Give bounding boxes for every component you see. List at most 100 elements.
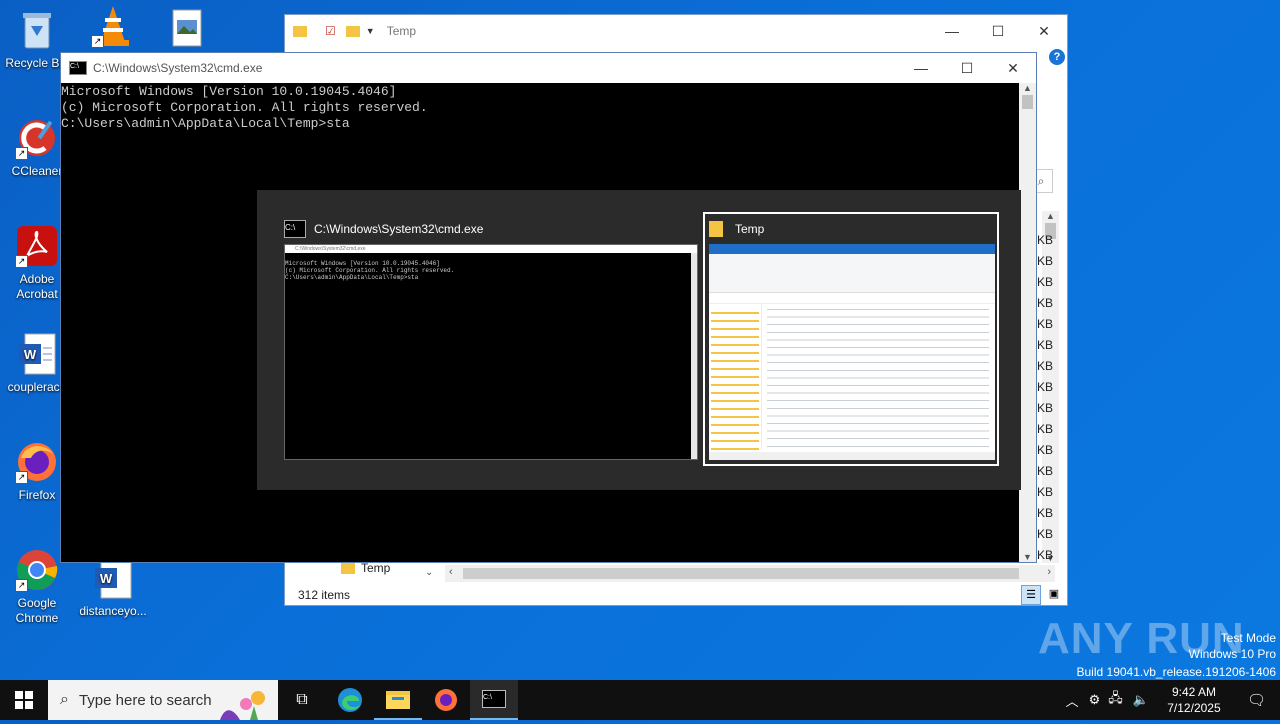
- scroll-thumb[interactable]: [463, 568, 1019, 579]
- vlc-cone-icon: ↗: [91, 4, 135, 48]
- scroll-up-icon[interactable]: ▲: [1019, 83, 1036, 93]
- notification-center-icon[interactable]: 🗨: [1233, 691, 1280, 709]
- file-size-column: KB KB KB KB KB KB KB KB KB KB KB KB KB KB KB KB: [1037, 230, 1053, 566]
- explorer-minimize-button[interactable]: —: [929, 16, 975, 46]
- network-status-icon[interactable]: ⚙: [1085, 692, 1105, 708]
- shortcut-arrow-icon: ↗: [15, 471, 28, 484]
- cmd-title: C:\Windows\System32\cmd.exe: [93, 61, 263, 75]
- console-line: (c) Microsoft Corporation. All rights re…: [61, 100, 428, 115]
- explorer-titlebar[interactable]: ☑ ▼ Temp — ☐ ✕: [285, 15, 1067, 47]
- cmd-minimize-button[interactable]: —: [898, 53, 944, 83]
- desktop-icon-label: couplerace: [7, 380, 67, 394]
- cmd-titlebar[interactable]: C:\ C:\Windows\System32\cmd.exe — ☐ ✕: [61, 53, 1036, 83]
- taskbar-search-box[interactable]: ⌕ Type here to search: [48, 680, 278, 720]
- alttab-tile-temp[interactable]: Temp: [703, 212, 999, 466]
- console-output[interactable]: Microsoft Windows [Version 10.0.19045.40…: [61, 83, 1036, 132]
- volume-icon[interactable]: 🔈: [1127, 692, 1155, 708]
- file-size-unit: KB: [1037, 548, 1054, 562]
- desktop-icon-label: distanceyo...: [79, 604, 147, 618]
- desktop-icon-vlc[interactable]: ↗: [76, 4, 150, 52]
- file-list-hscrollbar[interactable]: ‹ ›: [445, 565, 1055, 582]
- desktop-icon-label: Google Chrome: [15, 596, 59, 625]
- shortcut-arrow-icon: ↗: [91, 35, 104, 48]
- search-placeholder: Type here to search: [78, 691, 212, 709]
- adobe-acrobat-icon: ↗: [15, 224, 59, 268]
- file-size-unit: KB: [1037, 464, 1054, 478]
- taskbar-firefox-button[interactable]: [422, 680, 470, 720]
- system-tray: ︿ ⚙ 🖧 🔈 9:42 AM 7/12/2025 🗨: [1060, 680, 1280, 720]
- shortcut-arrow-icon: ↗: [15, 147, 28, 160]
- cmd-icon: C:\: [69, 61, 87, 75]
- ethernet-icon[interactable]: 🖧: [1104, 689, 1127, 711]
- desktop-icon-image-file[interactable]: [150, 6, 224, 54]
- task-view-button[interactable]: ⧉: [278, 680, 326, 720]
- show-hidden-icons-icon[interactable]: ︿: [1060, 691, 1085, 710]
- nav-pane-item-temp[interactable]: Temp: [341, 561, 390, 575]
- desktop-icon-label: CCleaner: [11, 164, 63, 178]
- file-size-unit: KB: [1037, 296, 1054, 310]
- firefox-icon: [435, 689, 457, 711]
- desktop-icon-label: Firefox: [18, 488, 56, 502]
- nav-pane-item-label: Temp: [361, 561, 391, 575]
- thumb-console-line: (c) Microsoft Corporation. All rights re…: [285, 267, 455, 274]
- file-size-unit: KB: [1037, 317, 1054, 331]
- scroll-up-icon[interactable]: ▲: [1042, 211, 1059, 221]
- scroll-down-icon[interactable]: ▼: [1019, 552, 1036, 562]
- search-icon: ⌕: [60, 691, 69, 708]
- explorer-close-button[interactable]: ✕: [1021, 16, 1067, 46]
- desktop-icon-distanceyo[interactable]: W distanceyo...: [76, 556, 150, 619]
- cmd-close-button[interactable]: ✕: [990, 53, 1036, 83]
- windows-logo-icon: [15, 691, 33, 709]
- task-view-icon: ⧉: [296, 691, 308, 708]
- edge-icon: [338, 688, 362, 712]
- details-view-button[interactable]: ☰: [1021, 585, 1041, 605]
- word-document-icon: W: [15, 332, 59, 376]
- file-size-unit: KB: [1037, 254, 1054, 268]
- quick-access-dropdown-icon[interactable]: ▼: [366, 26, 375, 36]
- start-button[interactable]: [0, 680, 48, 720]
- file-size-unit: KB: [1037, 338, 1054, 352]
- taskbar-cmd-button[interactable]: C:\: [470, 680, 518, 720]
- status-bar-text: 312 items: [298, 588, 351, 602]
- properties-icon[interactable]: ☑: [325, 24, 336, 38]
- console-line: Microsoft Windows [Version 10.0.19045.40…: [61, 84, 397, 99]
- taskbar-explorer-button[interactable]: [374, 680, 422, 720]
- taskbar-clock[interactable]: 9:42 AM 7/12/2025: [1155, 684, 1233, 716]
- cmd-maximize-button[interactable]: ☐: [944, 53, 990, 83]
- cmd-icon: C:\: [284, 220, 306, 238]
- cmd-vscrollbar[interactable]: ▲ ▼: [1019, 83, 1036, 562]
- file-size-unit: KB: [1037, 422, 1054, 436]
- file-size-unit: KB: [1037, 443, 1054, 457]
- folder-icon: [709, 221, 723, 237]
- file-explorer-icon: [386, 691, 410, 709]
- thumb-console-line: C:\Users\admin\AppData\Local\Temp>sta: [285, 274, 419, 281]
- alttab-tile-cmd[interactable]: C:\ C:\Windows\System32\cmd.exe C:\Windo…: [284, 214, 698, 460]
- desktop-icon-label: Adobe Acrobat: [16, 272, 58, 301]
- help-icon[interactable]: ?: [1049, 49, 1065, 65]
- file-size-unit: KB: [1037, 233, 1054, 247]
- explorer-maximize-button[interactable]: ☐: [975, 16, 1021, 46]
- search-highlight-icon: [210, 684, 270, 720]
- thumb-console-line: Microsoft Windows [Version 10.0.19045.40…: [285, 260, 440, 267]
- taskbar-edge-button[interactable]: [326, 680, 374, 720]
- ccleaner-icon: ↗: [15, 116, 59, 160]
- folder-icon: [341, 562, 355, 574]
- scroll-right-icon[interactable]: ›: [1047, 566, 1051, 578]
- watermark-build: Build 19041.vb_release.191206-1406: [1076, 665, 1277, 679]
- nav-pane-dropdown-icon[interactable]: ⌄: [425, 567, 433, 578]
- watermark-test-mode: Test Mode: [1220, 631, 1276, 645]
- alttab-tile-title: C:\Windows\System32\cmd.exe: [314, 222, 484, 236]
- svg-text:W: W: [24, 347, 37, 362]
- scroll-thumb[interactable]: [1022, 95, 1033, 109]
- folder-icon: [293, 25, 307, 37]
- new-folder-icon[interactable]: [345, 25, 360, 37]
- watermark-edition: Windows 10 Pro: [1188, 647, 1276, 661]
- alt-tab-switcher: C:\ C:\Windows\System32\cmd.exe C:\Windo…: [257, 190, 1021, 490]
- large-icons-view-button[interactable]: ▣: [1045, 585, 1063, 603]
- image-file-icon: [165, 6, 209, 50]
- recycle-bin-icon: [15, 8, 59, 52]
- alttab-thumbnail-explorer: [709, 244, 995, 460]
- scroll-left-icon[interactable]: ‹: [449, 566, 453, 578]
- file-size-unit: KB: [1037, 506, 1054, 520]
- taskbar: ⌕ Type here to search ⧉ C:\ ︿ ⚙ 🖧 🔈 9:42…: [0, 680, 1280, 720]
